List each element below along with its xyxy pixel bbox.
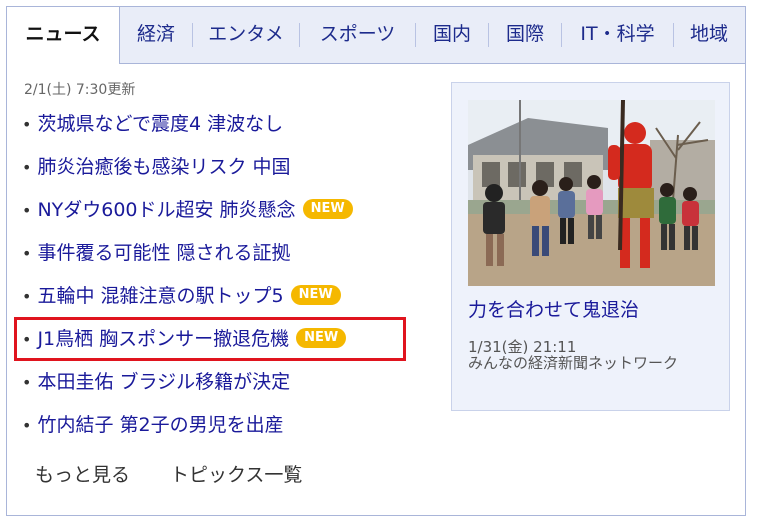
new-badge: NEW: [302, 198, 353, 219]
news-item[interactable]: • 茨城県などで震度4 津波なし: [22, 109, 283, 139]
bullet: •: [22, 158, 32, 177]
news-title[interactable]: 肺炎治癒後も感染リスク 中国: [37, 156, 290, 178]
news-title[interactable]: 事件覆る可能性 隠される証拠: [37, 242, 290, 264]
tab-world[interactable]: 国際: [489, 7, 561, 63]
setsubun-photo: [468, 100, 715, 286]
pickup-photo[interactable]: [468, 100, 715, 286]
bullet: •: [22, 287, 32, 306]
topics-list-link[interactable]: トピックス一覧: [170, 460, 302, 487]
bullet: •: [22, 373, 32, 392]
tab-economy[interactable]: 経済: [120, 7, 192, 63]
news-title[interactable]: 本田圭佑 ブラジル移籍が決定: [37, 371, 290, 393]
tab-domestic[interactable]: 国内: [416, 7, 488, 63]
pickup-card[interactable]: 力を合わせて鬼退治 1/31(金) 21:11 みんなの経済新聞ネットワーク: [451, 82, 730, 411]
bullet: •: [22, 115, 32, 134]
category-tabs: ニュース 経済 エンタメ スポーツ 国内 国際 IT・科学 地域: [7, 7, 745, 64]
news-title[interactable]: 五輪中 混雑注意の駅トップ5: [37, 285, 283, 307]
news-item[interactable]: • 本田圭佑 ブラジル移籍が決定: [22, 367, 290, 397]
news-item[interactable]: • 五輪中 混雑注意の駅トップ5 NEW: [22, 281, 341, 311]
new-badge: NEW: [290, 284, 341, 305]
news-item[interactable]: • 竹内結子 第2子の男児を出産: [22, 410, 284, 440]
tab-sports[interactable]: スポーツ: [300, 7, 415, 63]
news-item[interactable]: • NYダウ600ドル超安 肺炎懸念 NEW: [22, 195, 353, 225]
pickup-title[interactable]: 力を合わせて鬼退治: [468, 295, 639, 322]
tab-entertainment[interactable]: エンタメ: [193, 7, 299, 63]
tab-news[interactable]: ニュース: [7, 7, 120, 64]
bullet: •: [22, 244, 32, 263]
news-title[interactable]: NYダウ600ドル超安 肺炎懸念: [37, 199, 295, 221]
tab-local[interactable]: 地域: [674, 7, 744, 63]
highlight-box: [14, 317, 406, 361]
bullet: •: [22, 201, 32, 220]
news-title[interactable]: 茨城県などで震度4 津波なし: [37, 113, 283, 135]
news-item[interactable]: • 肺炎治癒後も感染リスク 中国: [22, 152, 290, 182]
tab-it-science[interactable]: IT・科学: [562, 7, 673, 63]
news-module: ニュース 経済 エンタメ スポーツ 国内 国際 IT・科学 地域 2/1(土) …: [6, 6, 746, 516]
news-title[interactable]: 竹内結子 第2子の男児を出産: [37, 414, 283, 436]
pickup-source: みんなの経済新聞ネットワーク: [468, 354, 679, 372]
more-link[interactable]: もっと見る: [35, 460, 130, 487]
news-item[interactable]: • 事件覆る可能性 隠される証拠: [22, 238, 290, 268]
update-timestamp: 2/1(土) 7:30更新: [24, 82, 136, 98]
bullet: •: [22, 416, 32, 435]
